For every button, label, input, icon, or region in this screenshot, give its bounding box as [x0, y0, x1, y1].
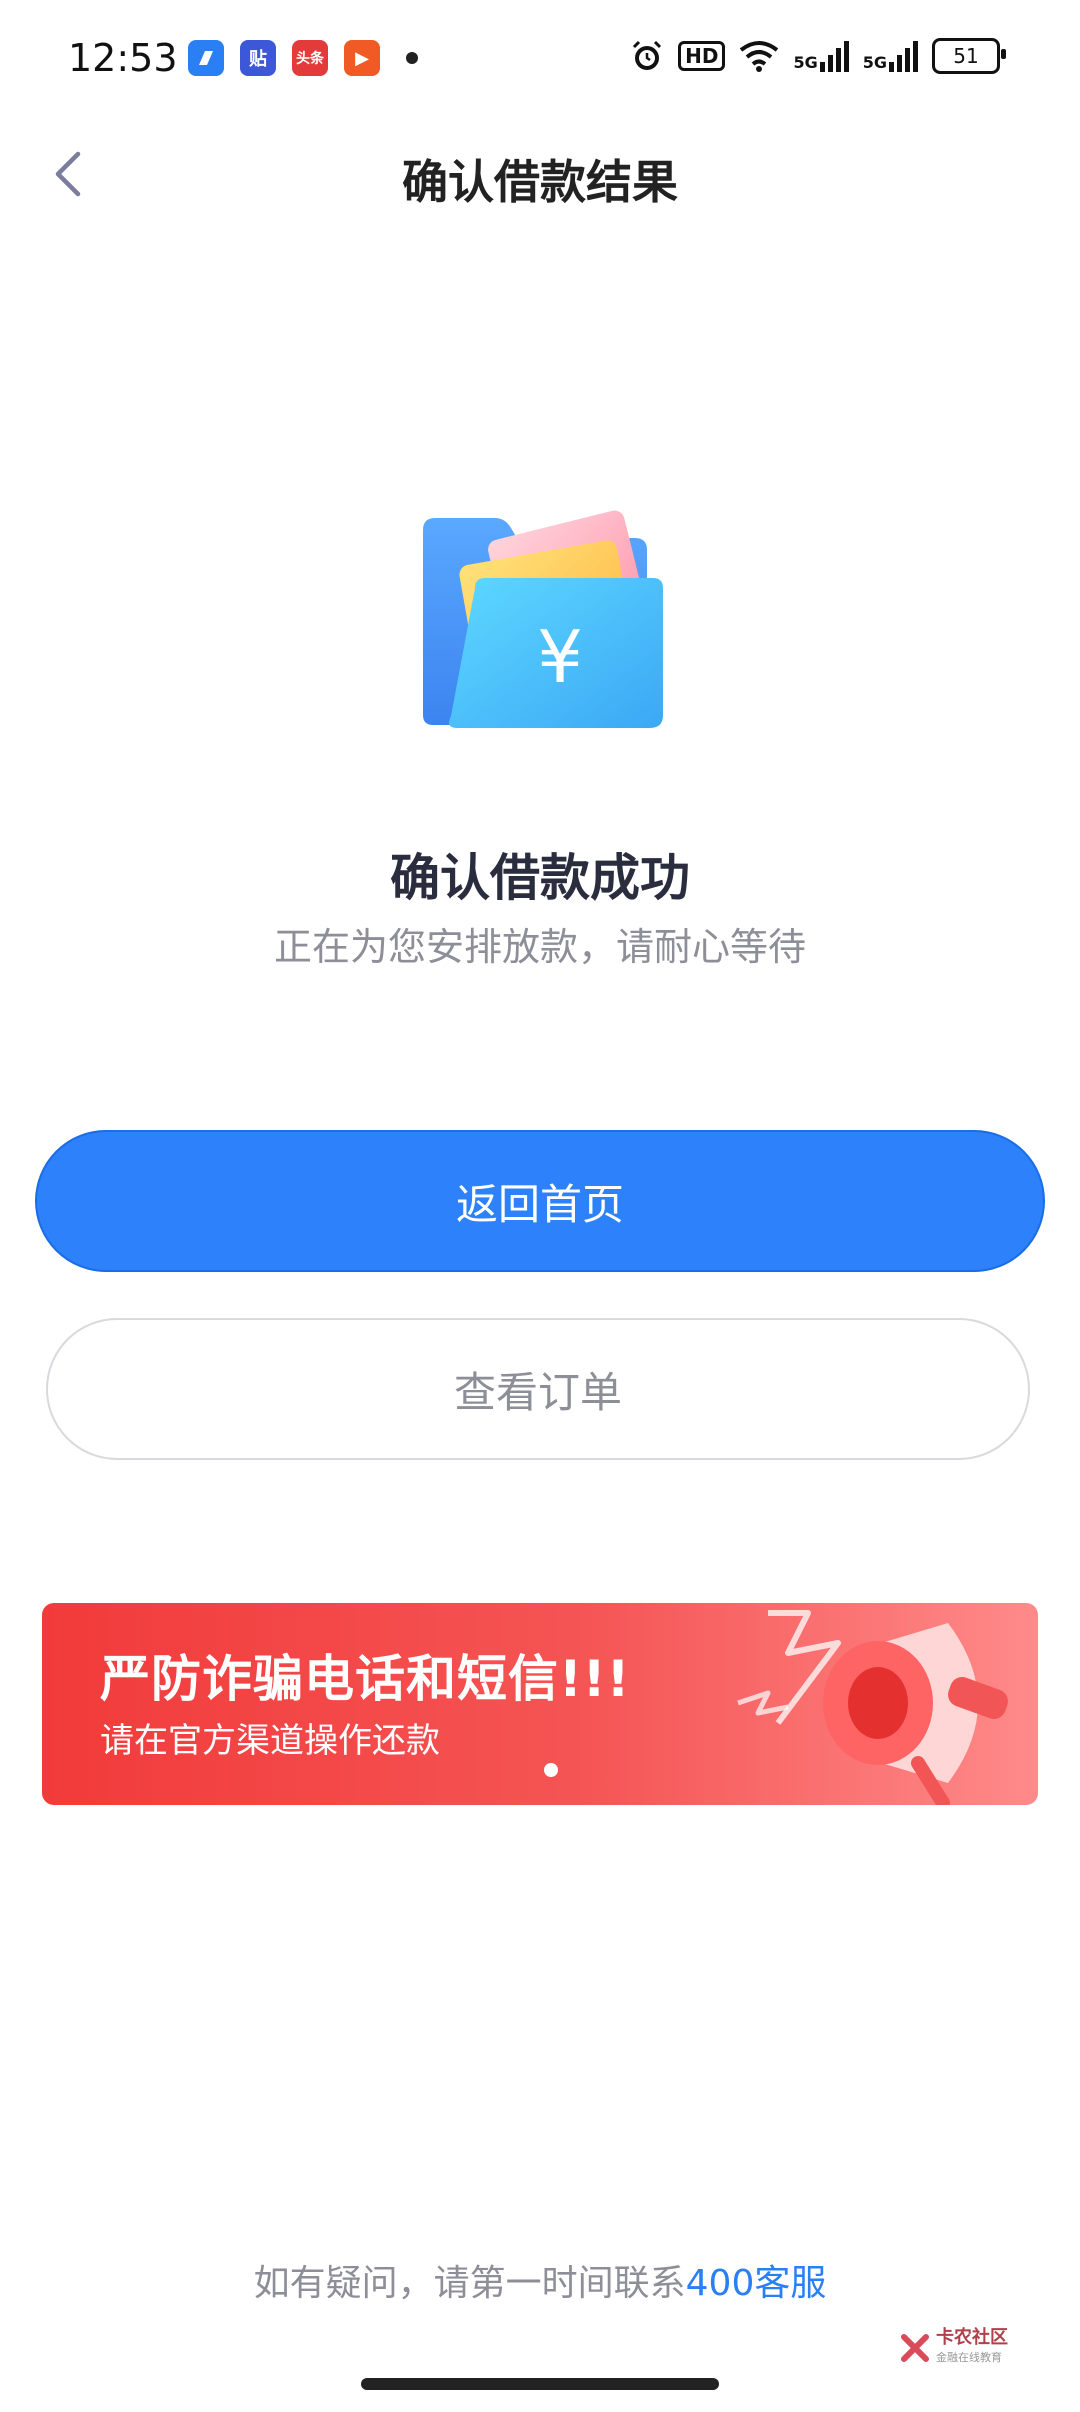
footer-help-text: 如有疑问，请第一时间联系 — [253, 2263, 686, 2304]
anti-fraud-banner[interactable]: 严防诈骗电话和短信!!! 请在官方渠道操作还款 — [42, 1603, 1038, 1805]
system-icons: HD 5G 5G 51 — [630, 38, 1006, 74]
back-home-button[interactable]: 返回首页 — [35, 1130, 1045, 1272]
watermark-subtitle: 金融在线教育 — [936, 2351, 1002, 2364]
home-indicator[interactable] — [361, 2378, 719, 2390]
network-type-2: 5G — [862, 53, 887, 72]
battery-level: 51 — [953, 44, 979, 68]
customer-service-link[interactable]: 400客服 — [686, 2263, 827, 2304]
battery-icon: 51 — [932, 38, 1006, 74]
status-bar: 12:53 贴 头条 ▶ HD 5G 5G 51 — [0, 0, 1080, 120]
watermark-logo-icon — [901, 2334, 929, 2362]
toutiao-app-icon: 头条 — [292, 40, 328, 76]
video-app-icon: ▶ — [344, 40, 380, 76]
more-notifications-dot — [406, 52, 418, 64]
signal-bars-icon — [819, 40, 849, 72]
browser-app-icon — [188, 40, 224, 76]
wallet-illustration-icon: ¥ — [423, 510, 663, 728]
watermark-title: 卡农社区 — [936, 2327, 1008, 2348]
signal-1: 5G — [793, 40, 849, 72]
page-title: 确认借款结果 — [402, 155, 678, 209]
wifi-icon — [740, 41, 779, 72]
signal-2: 5G — [863, 40, 918, 72]
tieba-app-icon: 贴 — [240, 40, 276, 76]
view-order-button[interactable]: 查看订单 — [46, 1318, 1030, 1460]
watermark-logo: 卡农社区 金融在线教育 — [900, 2328, 1008, 2368]
alarm-icon — [633, 40, 662, 70]
result-subtitle: 正在为您安排放款，请耐心等待 — [273, 925, 806, 969]
carousel-indicator-dot — [544, 1763, 558, 1777]
watermark-text: 卡农社区 金融在线教育 — [936, 2328, 1008, 2368]
nav-header: 确认借款结果 — [0, 120, 1080, 230]
banner-title: 严防诈骗电话和短信!!! — [100, 1650, 631, 1708]
banner-subtitle: 请在官方渠道操作还款 — [100, 1721, 440, 1761]
yuan-symbol: ¥ — [537, 615, 583, 699]
hd-voice-icon: HD — [678, 41, 726, 71]
result-title: 确认借款成功 — [390, 849, 690, 907]
network-type-1: 5G — [793, 53, 818, 72]
notification-icons: 贴 头条 ▶ — [188, 40, 418, 76]
status-time: 12:53 — [68, 36, 178, 80]
megaphone-icon — [737, 1610, 1008, 1805]
screen: 12:53 贴 头条 ▶ HD 5G 5G 51 确认借款结果 ¥ 确认借款成功… — [0, 0, 1080, 2412]
footer-help: 如有疑问，请第一时间联系400客服 — [0, 2254, 1080, 2306]
signal-bars-icon — [889, 40, 918, 72]
